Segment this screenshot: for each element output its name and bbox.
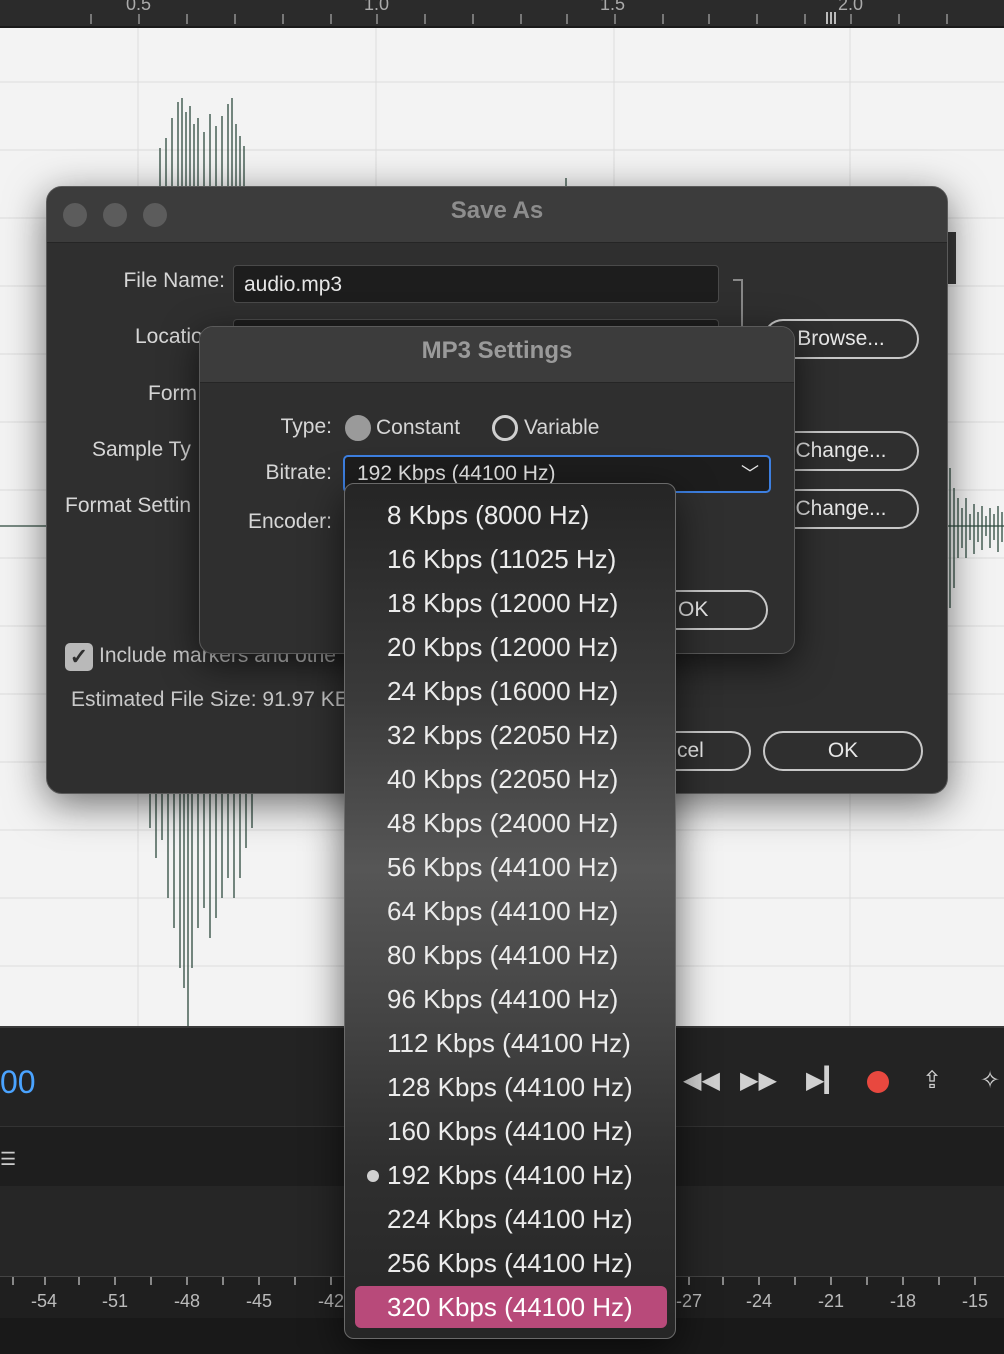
chevron-down-icon: ﹀ [741, 464, 759, 484]
bitrate-option[interactable]: 160 Kbps (44100 Hz) [355, 1110, 667, 1152]
bitrate-option[interactable]: 128 Kbps (44100 Hz) [355, 1066, 667, 1108]
bitrate-dropdown-menu: 8 Kbps (8000 Hz) 16 Kbps (11025 Hz) 18 K… [344, 483, 676, 1339]
file-name-input[interactable]: audio.mp3 [233, 265, 719, 303]
time-display: 00 [0, 1064, 36, 1100]
ok-button[interactable]: OK [763, 731, 923, 771]
save-as-titlebar: Save As [47, 187, 947, 243]
encoder-label: Encoder: [247, 510, 332, 533]
bitrate-option[interactable]: 56 Kbps (44100 Hz) [355, 846, 667, 888]
format-label: Form [148, 382, 197, 405]
meter-label: -45 [245, 1291, 273, 1311]
record-button[interactable] [867, 1071, 889, 1093]
timeline-ruler[interactable]: 0.5 1.0 1.5 2.0 [0, 0, 1004, 28]
bitrate-option-current[interactable]: 192 Kbps (44100 Hz) [355, 1154, 667, 1196]
format-settings-label: Format Settin [65, 494, 192, 517]
bitrate-option[interactable]: 20 Kbps (12000 Hz) [355, 626, 667, 668]
meter-label: -15 [961, 1291, 989, 1311]
skip-to-end-icon[interactable]: ▶▎ [806, 1066, 843, 1096]
bitrate-option[interactable]: 18 Kbps (12000 Hz) [355, 582, 667, 624]
meter-label: -27 [675, 1291, 703, 1311]
meter-label: -21 [817, 1291, 845, 1311]
meter-label: -51 [101, 1291, 129, 1311]
estimated-file-size: Estimated File Size: 91.97 KE [71, 688, 349, 711]
type-variable-radio[interactable] [492, 415, 518, 441]
include-markers-checkbox[interactable]: ✓ [65, 643, 93, 671]
bitrate-option[interactable]: 8 Kbps (8000 Hz) [355, 494, 667, 536]
meter-label: -18 [889, 1291, 917, 1311]
meter-label: -42 [317, 1291, 345, 1311]
bitrate-select-value: 192 Kbps (44100 Hz) [357, 462, 556, 485]
type-constant-radio[interactable] [345, 415, 371, 441]
bitrate-option[interactable]: 64 Kbps (44100 Hz) [355, 890, 667, 932]
type-label: Type: [280, 415, 332, 438]
bitrate-option[interactable]: 112 Kbps (44100 Hz) [355, 1022, 667, 1064]
meter-label: -54 [30, 1291, 58, 1311]
save-as-title: Save As [450, 197, 544, 224]
meter-label: -48 [173, 1291, 201, 1311]
current-selection-bullet-icon [367, 1170, 379, 1182]
bitrate-option-highlighted[interactable]: 320 Kbps (44100 Hz) [355, 1286, 667, 1328]
type-constant-label: Constant [376, 416, 461, 439]
bitrate-option-label: 192 Kbps (44100 Hz) [387, 1160, 633, 1190]
bitrate-option[interactable]: 96 Kbps (44100 Hz) [355, 978, 667, 1020]
type-variable-label: Variable [524, 416, 600, 439]
bitrate-option[interactable]: 40 Kbps (22050 Hz) [355, 758, 667, 800]
fast-forward-icon[interactable]: ▶▶ [740, 1066, 777, 1096]
ruler-label: 1.5 [600, 0, 626, 14]
bitrate-option[interactable]: 224 Kbps (44100 Hz) [355, 1198, 667, 1240]
loop-icon[interactable]: ✧ [980, 1066, 1000, 1096]
file-name-label: File Name: [123, 269, 225, 292]
bitrate-option[interactable]: 16 Kbps (11025 Hz) [355, 538, 667, 580]
ruler-label: 0.5 [126, 0, 152, 14]
ruler-label: 1.0 [364, 0, 390, 14]
bitrate-option[interactable]: 48 Kbps (24000 Hz) [355, 802, 667, 844]
mp3-settings-title: MP3 Settings [421, 337, 573, 364]
mp3-settings-titlebar: MP3 Settings [200, 327, 794, 383]
bitrate-option[interactable]: 24 Kbps (16000 Hz) [355, 670, 667, 712]
hamburger-menu-icon[interactable]: ☰ [0, 1149, 16, 1170]
bitrate-option[interactable]: 256 Kbps (44100 Hz) [355, 1242, 667, 1284]
link-bracket [733, 279, 743, 327]
rewind-icon[interactable]: ◀◀ [683, 1066, 720, 1096]
meter-label: -24 [745, 1291, 773, 1311]
bitrate-option[interactable]: 32 Kbps (22050 Hz) [355, 714, 667, 756]
sample-type-label: Sample Ty [92, 438, 191, 461]
export-icon[interactable]: ⇪ [922, 1066, 942, 1096]
bitrate-label: Bitrate: [265, 461, 332, 484]
ruler-label: 2.0 [838, 0, 864, 14]
bitrate-option[interactable]: 80 Kbps (44100 Hz) [355, 934, 667, 976]
